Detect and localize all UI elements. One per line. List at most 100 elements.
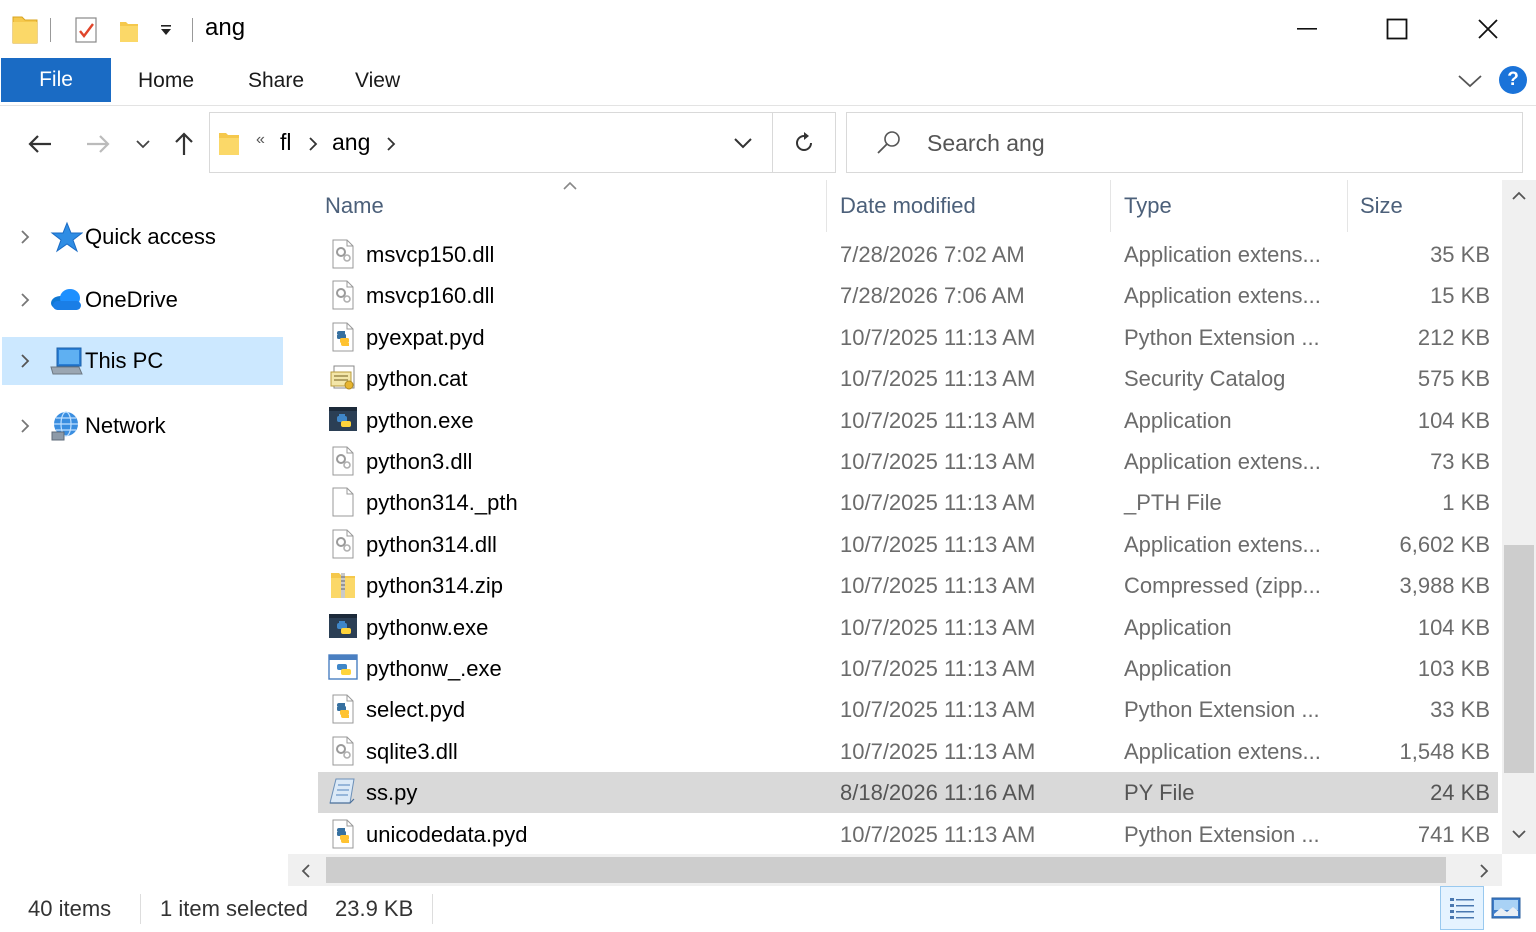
file-size: 73 KB [1430,449,1490,474]
nav-item-onedrive[interactable]: OneDrive [2,276,283,324]
nav-item-quick-access[interactable]: Quick access [2,213,283,261]
cloud-icon [51,289,81,310]
file-name: pythonw_.exe [366,656,502,681]
tab-share[interactable]: Share [248,58,304,104]
file-date-modified: 10/7/2025 11:13 AM [840,697,1036,723]
file-type: _PTH File [1124,490,1222,516]
chevron-right-icon[interactable] [306,133,320,155]
file-date-modified: 10/7/2025 11:13 AM [840,738,1036,764]
breadcrumb-overflow[interactable]: « [256,131,265,149]
details-view-icon [1450,898,1474,919]
scroll-up-icon[interactable] [1511,190,1527,202]
column-divider[interactable] [1110,180,1111,232]
table-row[interactable]: pythonw_.exe 10/7/2025 11:13 AM Applicatio… [318,648,1498,689]
file-name: msvcp160.dll [366,283,495,309]
up-button[interactable] [166,124,202,164]
table-row[interactable]: pyexpat.pyd 10/7/2025 11:13 AM Python Exte… [318,317,1498,358]
new-folder-icon[interactable] [118,16,140,44]
table-row[interactable]: python314.zip 10/7/2025 11:13 AM Compresse… [318,565,1498,606]
table-row[interactable]: sqlite3.dll 10/7/2025 11:13 AM Application… [318,731,1498,772]
expand-ribbon-chevron-icon[interactable] [1456,70,1484,92]
nav-item-network[interactable]: Network [2,402,283,450]
column-divider[interactable] [826,180,827,232]
up-arrow-icon [175,132,193,155]
table-row[interactable]: python.exe 10/7/2025 11:13 AM Application 1… [318,400,1498,441]
navigation-pane: Quick access OneDrive This PC Network [0,180,288,854]
file-name: select.pyd [366,697,466,723]
search-input[interactable] [925,127,1505,159]
tab-view[interactable]: View [355,58,400,104]
table-row[interactable]: python314.dll 10/7/2025 11:13 AM Applicati… [318,524,1498,565]
vertical-scroll-thumb[interactable] [1504,545,1534,773]
large-icons-view-icon [1491,897,1521,919]
table-row[interactable]: ss.py 8/18/2026 11:16 AM PY File 24 KB [318,772,1498,814]
scroll-down-icon[interactable] [1511,828,1527,840]
back-button[interactable] [20,124,60,164]
ribbon-tabs: File Home Share View ? [0,58,1536,106]
column-header-name[interactable]: Name [325,193,384,219]
zip-folder-icon [328,569,358,601]
column-header-date[interactable]: Date modified [840,193,976,219]
breadcrumb-item[interactable]: ang [332,129,370,156]
refresh-button[interactable] [772,112,836,173]
forward-arrow-icon [87,135,110,153]
nav-item-this-pc[interactable]: This PC [2,337,283,385]
network-icon [51,411,78,441]
scroll-left-icon[interactable] [300,863,312,879]
file-list: Name Date modified Type Size msvcp150.dl… [288,180,1502,854]
help-button[interactable]: ? [1499,66,1527,94]
file-type: Python Extension ... [1124,697,1320,723]
column-header-size[interactable]: Size [1360,193,1403,219]
table-row[interactable]: msvcp150.dll 7/28/2026 7:02 AM Application… [318,234,1498,275]
python-window-icon [328,652,358,684]
forward-button[interactable] [78,124,118,164]
chevron-right-icon[interactable] [18,417,32,435]
chevron-right-icon[interactable] [18,352,32,370]
details-view-button[interactable] [1440,886,1484,930]
file-name: msvcp150.dll [366,242,495,267]
large-icons-view-button[interactable] [1484,886,1528,930]
table-row[interactable]: msvcp160.dll 7/28/2026 7:06 AM Application… [318,275,1498,316]
chevron-right-icon[interactable] [18,291,32,309]
table-row[interactable]: select.pyd 10/7/2025 11:13 AM Python Exten… [318,689,1498,730]
chevron-right-icon[interactable] [384,133,398,155]
maximize-button[interactable] [1352,0,1442,58]
customize-toolbar-icon[interactable] [158,22,174,38]
breadcrumb-item[interactable]: fl [280,129,292,156]
table-row[interactable]: python3.dll 10/7/2025 11:13 AM Application… [318,441,1498,482]
tab-file[interactable]: File [1,58,111,102]
recent-locations-button[interactable] [128,124,158,164]
file-type: Python Extension ... [1124,324,1320,350]
table-row[interactable]: pythonw.exe 10/7/2025 11:13 AM Application… [318,607,1498,648]
file-size: 15 KB [1430,283,1490,309]
search-icon [877,131,900,154]
file-date-modified: 7/28/2026 7:02 AM [840,242,1025,267]
minimize-icon [1297,28,1317,30]
file-size: 104 KB [1417,614,1490,640]
horizontal-scroll-thumb[interactable] [326,857,1446,883]
column-header-type[interactable]: Type [1124,193,1172,219]
scroll-right-icon[interactable] [1478,863,1490,879]
file-size: 1 KB [1442,490,1490,516]
table-row[interactable]: unicodedata.pyd 10/7/2025 11:13 AM Python … [318,814,1498,854]
address-history-chevron-icon[interactable] [732,135,754,151]
catalog-icon [328,362,358,394]
tab-home[interactable]: Home [138,58,194,104]
address-bar[interactable]: « fl ang [209,112,773,173]
dll-icon [328,238,358,270]
search-box[interactable] [846,112,1523,173]
nav-item-label: Network [85,413,166,438]
properties-icon[interactable] [74,16,100,44]
file-date-modified: 8/18/2026 11:16 AM [840,780,1036,806]
minimize-button[interactable] [1262,0,1352,58]
column-divider[interactable] [1347,180,1348,232]
file-size: 104 KB [1417,407,1490,433]
close-button[interactable] [1443,0,1533,58]
file-date-modified: 10/7/2025 11:13 AM [840,490,1036,516]
chevron-right-icon[interactable] [18,228,32,246]
status-separator [432,894,433,924]
table-row[interactable]: python314._pth 10/7/2025 11:13 AM _PTH Fil… [318,482,1498,523]
file-type: Security Catalog [1124,366,1286,392]
table-row[interactable]: python.cat 10/7/2025 11:13 AM Security Cat… [318,358,1498,399]
sort-ascending-icon [563,181,577,190]
